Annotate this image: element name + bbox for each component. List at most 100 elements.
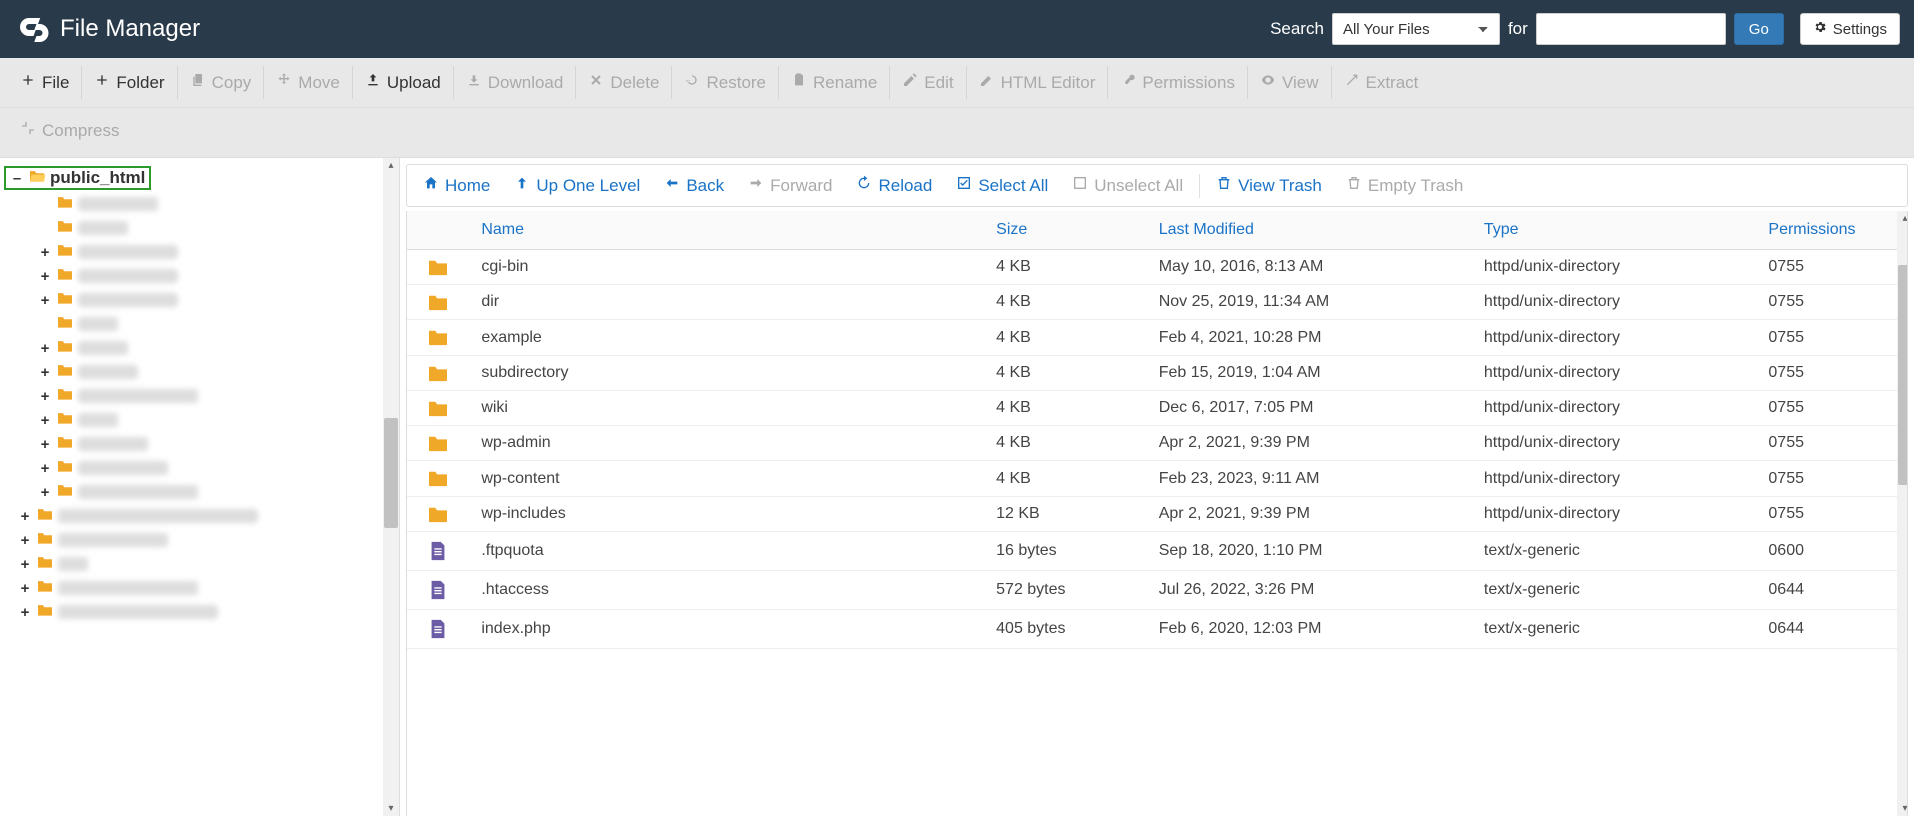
table-row[interactable]: dir4 KBNov 25, 2019, 11:34 AMhttpd/unix-… — [407, 285, 1907, 320]
tree-item[interactable]: + — [18, 528, 395, 552]
tree-item[interactable]: + — [38, 264, 395, 288]
move-icon — [276, 72, 292, 93]
expand-icon[interactable]: + — [18, 580, 32, 597]
table-row[interactable]: wiki4 KBDec 6, 2017, 7:05 PMhttpd/unix-d… — [407, 390, 1907, 425]
tree-item[interactable]: + — [38, 432, 395, 456]
home-button[interactable]: Home — [411, 171, 502, 200]
search-input[interactable] — [1536, 13, 1726, 45]
file-permissions: 0755 — [1756, 250, 1907, 285]
tree-item[interactable]: + — [18, 600, 395, 624]
expand-icon[interactable]: + — [18, 532, 32, 549]
compress-button[interactable]: Compress — [8, 114, 131, 147]
permissions-button[interactable]: Permissions — [1108, 66, 1248, 99]
folder-icon — [36, 530, 54, 550]
download-button[interactable]: Download — [454, 66, 577, 99]
up-one-level-button[interactable]: Up One Level — [502, 171, 652, 200]
tree-item[interactable]: + — [38, 480, 395, 504]
scroll-down-icon[interactable]: ▾ — [1897, 801, 1908, 816]
expand-icon[interactable]: + — [38, 484, 52, 501]
scroll-down-icon[interactable]: ▾ — [386, 801, 395, 816]
tree-item[interactable]: + — [38, 384, 395, 408]
tree-item[interactable]: + — [38, 408, 395, 432]
tree-item[interactable] — [38, 312, 395, 336]
tree-item[interactable] — [38, 192, 395, 216]
expand-icon[interactable]: + — [18, 508, 32, 525]
copy-button[interactable]: Copy — [178, 66, 265, 99]
file-name: example — [469, 320, 984, 355]
extract-icon — [1344, 72, 1360, 93]
col-size[interactable]: Size — [984, 211, 1147, 250]
file-permissions: 0755 — [1756, 285, 1907, 320]
back-button[interactable]: Back — [652, 171, 736, 200]
table-row[interactable]: subdirectory4 KBFeb 15, 2019, 1:04 AMhtt… — [407, 355, 1907, 390]
view-button[interactable]: View — [1248, 66, 1332, 99]
file-type: httpd/unix-directory — [1472, 250, 1757, 285]
expand-icon[interactable]: + — [38, 388, 52, 405]
view-trash-button[interactable]: View Trash — [1204, 171, 1334, 200]
tree-item[interactable]: + — [38, 456, 395, 480]
file-table-scrollbar[interactable]: ▴ ▾ — [1897, 211, 1908, 816]
html-editor-button[interactable]: HTML Editor — [967, 66, 1109, 99]
rename-button[interactable]: Rename — [779, 66, 890, 99]
expand-icon[interactable]: + — [38, 436, 52, 453]
col-modified[interactable]: Last Modified — [1147, 211, 1472, 250]
select-all-button[interactable]: Select All — [944, 171, 1060, 200]
expand-icon[interactable]: + — [38, 268, 52, 285]
scroll-thumb[interactable] — [384, 418, 398, 528]
plus-icon — [20, 72, 36, 93]
tree-item[interactable]: + — [38, 288, 395, 312]
file-type: httpd/unix-directory — [1472, 461, 1757, 496]
expand-icon[interactable]: + — [38, 364, 52, 381]
go-button[interactable]: Go — [1734, 13, 1784, 45]
tree-item[interactable]: + — [38, 336, 395, 360]
scroll-thumb[interactable] — [1898, 265, 1908, 485]
settings-button[interactable]: Settings — [1800, 13, 1900, 45]
file-modified: Dec 6, 2017, 7:05 PM — [1147, 390, 1472, 425]
expand-icon[interactable]: + — [38, 340, 52, 357]
scroll-up-icon[interactable]: ▴ — [386, 158, 395, 173]
table-row[interactable]: wp-admin4 KBApr 2, 2021, 9:39 PMhttpd/un… — [407, 426, 1907, 461]
table-row[interactable]: wp-includes12 KBApr 2, 2021, 9:39 PMhttp… — [407, 496, 1907, 531]
extract-button[interactable]: Extract — [1332, 66, 1431, 99]
expand-icon[interactable]: + — [18, 604, 32, 621]
reload-button[interactable]: Reload — [844, 171, 944, 200]
table-row[interactable]: index.php405 bytesFeb 6, 2020, 12:03 PMt… — [407, 609, 1907, 648]
table-row[interactable]: example4 KBFeb 4, 2021, 10:28 PMhttpd/un… — [407, 320, 1907, 355]
table-row[interactable]: .htaccess572 bytesJul 26, 2022, 3:26 PMt… — [407, 570, 1907, 609]
expand-icon[interactable]: + — [38, 244, 52, 261]
expand-icon[interactable]: + — [18, 556, 32, 573]
table-row[interactable]: wp-content4 KBFeb 23, 2023, 9:11 AMhttpd… — [407, 461, 1907, 496]
expand-icon[interactable]: + — [38, 460, 52, 477]
edit-button[interactable]: Edit — [890, 66, 966, 99]
tree-item[interactable]: + — [38, 240, 395, 264]
upload-button[interactable]: Upload — [353, 66, 454, 99]
tree-item[interactable]: + — [18, 552, 395, 576]
delete-button[interactable]: Delete — [576, 66, 672, 99]
search-scope-select[interactable]: All Your Files — [1332, 13, 1500, 45]
tree-item[interactable]: + — [38, 360, 395, 384]
tree-item[interactable]: + — [18, 504, 395, 528]
col-type[interactable]: Type — [1472, 211, 1757, 250]
sidebar-scrollbar[interactable]: ▴ ▾ — [383, 158, 399, 816]
checkbox-empty-icon — [1072, 175, 1088, 196]
table-row[interactable]: .ftpquota16 bytesSep 18, 2020, 1:10 PMte… — [407, 531, 1907, 570]
folder-icon — [407, 355, 469, 390]
folder-icon — [407, 285, 469, 320]
tree-item[interactable] — [38, 216, 395, 240]
scroll-up-icon[interactable]: ▴ — [1897, 211, 1908, 226]
table-row[interactable]: cgi-bin4 KBMay 10, 2016, 8:13 AMhttpd/un… — [407, 250, 1907, 285]
restore-button[interactable]: Restore — [672, 66, 779, 99]
tree-item[interactable]: + — [18, 576, 395, 600]
move-button[interactable]: Move — [264, 66, 353, 99]
col-name[interactable]: Name — [469, 211, 984, 250]
expand-icon[interactable]: + — [38, 412, 52, 429]
folder-button[interactable]: Folder — [82, 66, 177, 99]
tree-root-item[interactable]: – public_html — [4, 164, 395, 192]
collapse-icon[interactable]: – — [10, 170, 24, 187]
empty-trash-button[interactable]: Empty Trash — [1334, 171, 1475, 200]
col-permissions[interactable]: Permissions — [1756, 211, 1907, 250]
unselect-all-button[interactable]: Unselect All — [1060, 171, 1195, 200]
file-button[interactable]: File — [8, 66, 82, 99]
forward-button[interactable]: Forward — [736, 171, 844, 200]
expand-icon[interactable]: + — [38, 292, 52, 309]
